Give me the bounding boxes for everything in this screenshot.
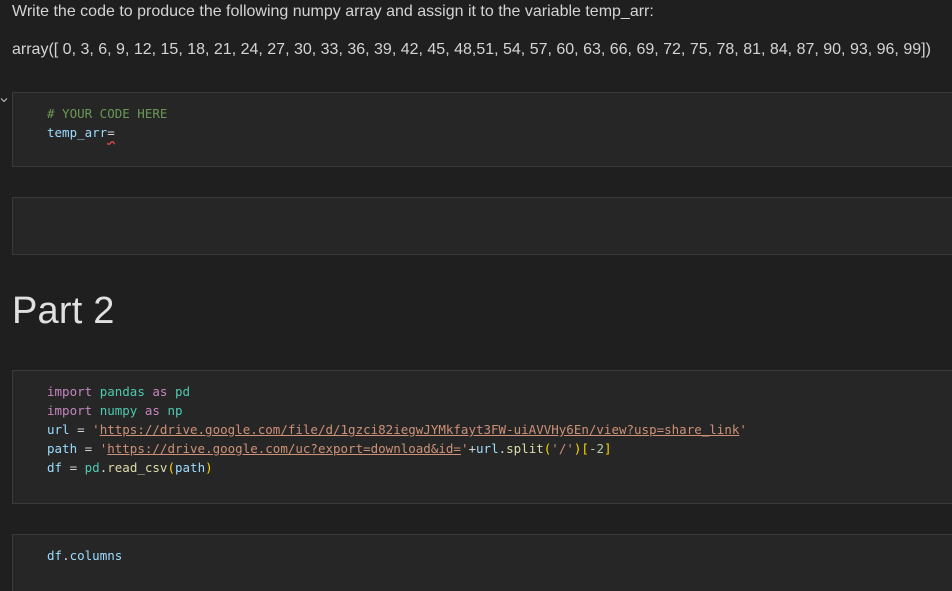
bracket-open: [: [581, 441, 589, 456]
fn-read-csv: read_csv: [107, 460, 168, 475]
code-editor-4[interactable]: df.columns: [47, 546, 122, 565]
notebook-page: Write the code to produce the following …: [0, 0, 952, 591]
code-cell-2-empty[interactable]: [12, 197, 952, 255]
quote: ': [92, 422, 100, 437]
module-pandas: pandas: [99, 384, 145, 399]
str-slash: '/': [551, 441, 574, 456]
obj-pd: pd: [84, 460, 100, 475]
paren-open: (: [167, 460, 175, 475]
code-var-temp-arr: temp_arr: [47, 125, 108, 140]
alias-pd: pd: [174, 384, 191, 399]
fn-split: split: [506, 441, 544, 456]
dot: .: [62, 548, 70, 563]
section-heading: Part 2: [12, 290, 115, 332]
alias-np: np: [167, 403, 183, 418]
url-link-file[interactable]: https://drive.google.com/file/d/1gzci82i…: [100, 422, 740, 437]
code-comment: # YOUR CODE HERE: [47, 106, 168, 121]
kw-import: import: [47, 403, 93, 418]
num-index: -2: [588, 441, 604, 456]
operator: =: [77, 422, 85, 437]
operator-plus: +: [468, 441, 477, 456]
obj-df: df: [47, 548, 63, 563]
var-url: url: [47, 422, 70, 437]
question-text: Write the code to produce the following …: [12, 3, 654, 20]
code-editor-3[interactable]: import pandas as pd import numpy as np u…: [47, 382, 747, 477]
var-path: path: [47, 441, 78, 456]
url-link-download[interactable]: https://drive.google.com/uc?export=downl…: [107, 441, 461, 456]
code-editor-1[interactable]: # YOUR CODE HERE temp_arr=: [47, 104, 167, 142]
kw-as: as: [144, 403, 160, 418]
code-cell-4[interactable]: df.columns: [12, 534, 952, 591]
chevron-down-icon[interactable]: [0, 96, 8, 104]
var-df: df: [47, 460, 63, 475]
paren-close: ): [205, 460, 213, 475]
bracket-close: ]: [604, 441, 612, 456]
module-numpy: numpy: [99, 403, 138, 418]
var-url-ref: url: [476, 441, 499, 456]
array-text: array([ 0, 3, 6, 9, 12, 15, 18, 21, 24, …: [12, 41, 931, 58]
code-cell-3[interactable]: import pandas as pd import numpy as np u…: [12, 370, 952, 504]
operator: =: [84, 441, 93, 456]
dot: .: [498, 441, 507, 456]
kw-as: as: [152, 384, 168, 399]
quote: ': [739, 422, 747, 437]
operator: =: [69, 460, 78, 475]
code-operator-error: =: [107, 125, 115, 140]
kw-import: import: [47, 384, 93, 399]
attr-columns: columns: [69, 548, 123, 563]
arg-path: path: [175, 460, 206, 475]
code-cell-1[interactable]: # YOUR CODE HERE temp_arr=: [12, 92, 952, 167]
